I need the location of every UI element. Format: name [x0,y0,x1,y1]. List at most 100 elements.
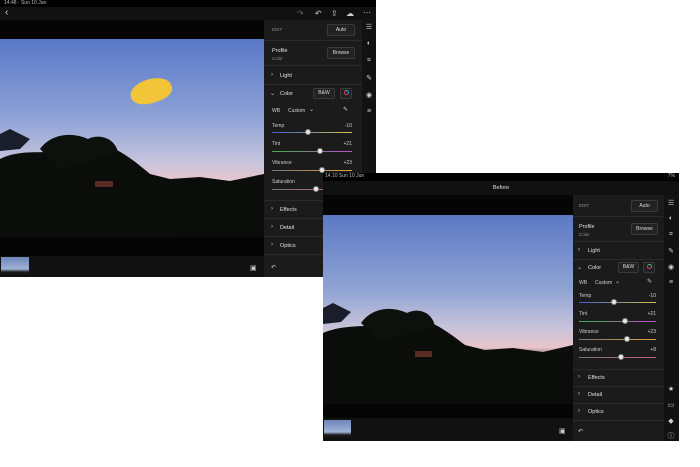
more-icon[interactable]: ⋯ [363,8,371,18]
color-chevron-icon[interactable]: ⌄ [270,90,275,97]
presets-icon[interactable]: ◐ [364,40,374,47]
versions-icon[interactable]: ≡ [666,279,676,286]
temp-label: Temp [579,293,592,299]
wb-select[interactable]: Custom [288,108,305,114]
filmstrip-toggle-icon[interactable]: ▣ [250,264,257,274]
effects-chevron-icon[interactable]: › [271,206,273,212]
crop-icon[interactable]: ⌗ [666,231,676,239]
section-color[interactable]: Color [280,91,293,97]
profile-value: Color [579,232,590,237]
bw-button[interactable]: B&W [618,262,639,273]
info-icon[interactable]: ⓘ [666,431,676,441]
tint-label: Tint [579,311,588,317]
temp-slider-handle[interactable] [610,299,617,305]
share-icon[interactable]: ⇪ [331,9,338,19]
adjust-sliders-icon[interactable]: ☰ [364,23,374,31]
vibrance-slider-handle[interactable] [623,336,630,342]
saturation-label: Saturation [272,179,295,185]
status-time: 14.10 Sun 10 Jun [325,173,365,179]
redo-icon[interactable]: ↷ [297,9,304,19]
browse-button[interactable]: Browse [327,47,355,59]
wb-label: WB [272,108,281,114]
saturation-slider-handle[interactable] [313,186,319,192]
wb-chevron-icon[interactable]: ⌄ [615,278,620,285]
wb-chevron-icon[interactable]: ⌄ [309,106,314,113]
photo-canvas[interactable] [0,20,264,256]
tool-rail: ☰ ◐ ⌗ ✎ ◉ ≡ ★ ▭ ◆ ⓘ [664,195,679,441]
light-chevron-icon[interactable]: › [271,72,273,78]
comment-icon[interactable]: ▭ [666,401,676,409]
color-wheel-icon [646,264,652,270]
tag-icon[interactable]: ◆ [666,417,676,425]
wb-select[interactable]: Custom [595,280,612,286]
masking-icon[interactable]: ◉ [666,263,676,271]
status-bar: 14.10 Sun 10 Jun 7% [323,173,679,181]
filmstrip-thumbnail[interactable] [1,257,29,277]
healing-brush-icon[interactable]: ✎ [666,247,676,255]
sunset-photo-before [323,215,573,404]
reset-icon[interactable]: ↶ [271,264,276,271]
optics-chevron-icon[interactable]: › [578,408,580,414]
battery-status: 7% [667,173,675,179]
temp-slider-handle[interactable] [305,129,311,135]
section-effects[interactable]: Effects [280,207,297,213]
masking-icon[interactable]: ◉ [364,91,374,99]
eyedropper-icon[interactable]: ✎ [343,106,348,113]
adjust-sliders-icon[interactable]: ☰ [666,199,676,207]
presets-icon[interactable]: ◐ [666,215,676,222]
detail-chevron-icon[interactable]: › [578,391,580,397]
color-chevron-icon[interactable]: ⌄ [577,264,582,271]
optics-chevron-icon[interactable]: › [271,242,273,248]
auto-button[interactable]: Auto [327,24,355,36]
tint-value: +21 [343,141,352,147]
vibrance-label: Vibrance [579,329,599,335]
temp-label: Temp [272,123,285,129]
reset-icon[interactable]: ↶ [578,428,583,435]
section-optics[interactable]: Optics [588,409,604,415]
filmstrip-thumbnail[interactable] [324,420,351,440]
back-icon[interactable]: ‹ [5,8,8,18]
tint-label: Tint [272,141,281,147]
saturation-value: +8 [650,347,656,353]
section-light[interactable]: Light [280,73,292,79]
bw-button[interactable]: B&W [313,88,335,99]
filmstrip: ▣ [0,256,264,277]
crop-icon[interactable]: ⌗ [364,57,374,65]
light-chevron-icon[interactable]: › [578,247,580,253]
top-toolbar: ‹ ↷ ↶ ⇪ ☁ ⋯ [0,7,376,20]
filmstrip-toggle-icon[interactable]: ▣ [559,427,566,437]
editor-screen-b: 14.10 Sun 10 Jun 7% Before ▣ EDIT Auto P… [323,173,679,441]
section-light[interactable]: Light [588,248,600,254]
cloud-sync-icon[interactable]: ☁ [346,9,354,19]
star-icon[interactable]: ★ [666,385,676,393]
detail-chevron-icon[interactable]: › [271,224,273,230]
tint-slider-handle[interactable] [622,318,629,324]
undo-icon[interactable]: ↶ [315,9,322,19]
edit-heading: EDIT [272,27,283,32]
eyedropper-icon[interactable]: ✎ [647,278,652,285]
healing-brush-icon[interactable]: ✎ [364,74,374,82]
profile-value: Color [272,56,283,61]
section-detail[interactable]: Detail [280,225,294,231]
status-time: 14:48 · Sun 10 Jun [4,0,47,6]
photo-canvas[interactable] [323,195,573,426]
saturation-label: Saturation [579,347,602,353]
section-effects[interactable]: Effects [588,375,605,381]
color-mix-button[interactable] [340,88,352,99]
saturation-slider-handle[interactable] [618,354,625,360]
editor-screen-a: 14:48 · Sun 10 Jun ‹ ↷ ↶ ⇪ ☁ ⋯ ▣ EDIT Au… [0,0,376,277]
versions-icon[interactable]: ≡ [364,108,374,115]
wb-label: WB [579,280,588,286]
effects-chevron-icon[interactable]: › [578,374,580,380]
filmstrip: ▣ [323,418,573,441]
profile-label: Profile [272,48,288,54]
tint-slider-handle[interactable] [317,148,323,154]
color-mix-button[interactable] [643,262,655,273]
edit-heading: EDIT [579,203,590,208]
section-detail[interactable]: Detail [588,392,602,398]
auto-button[interactable]: Auto [631,200,658,212]
section-color[interactable]: Color [588,265,601,271]
section-optics[interactable]: Optics [280,243,296,249]
browse-button[interactable]: Browse [631,223,658,235]
status-bar: 14:48 · Sun 10 Jun [0,0,376,7]
